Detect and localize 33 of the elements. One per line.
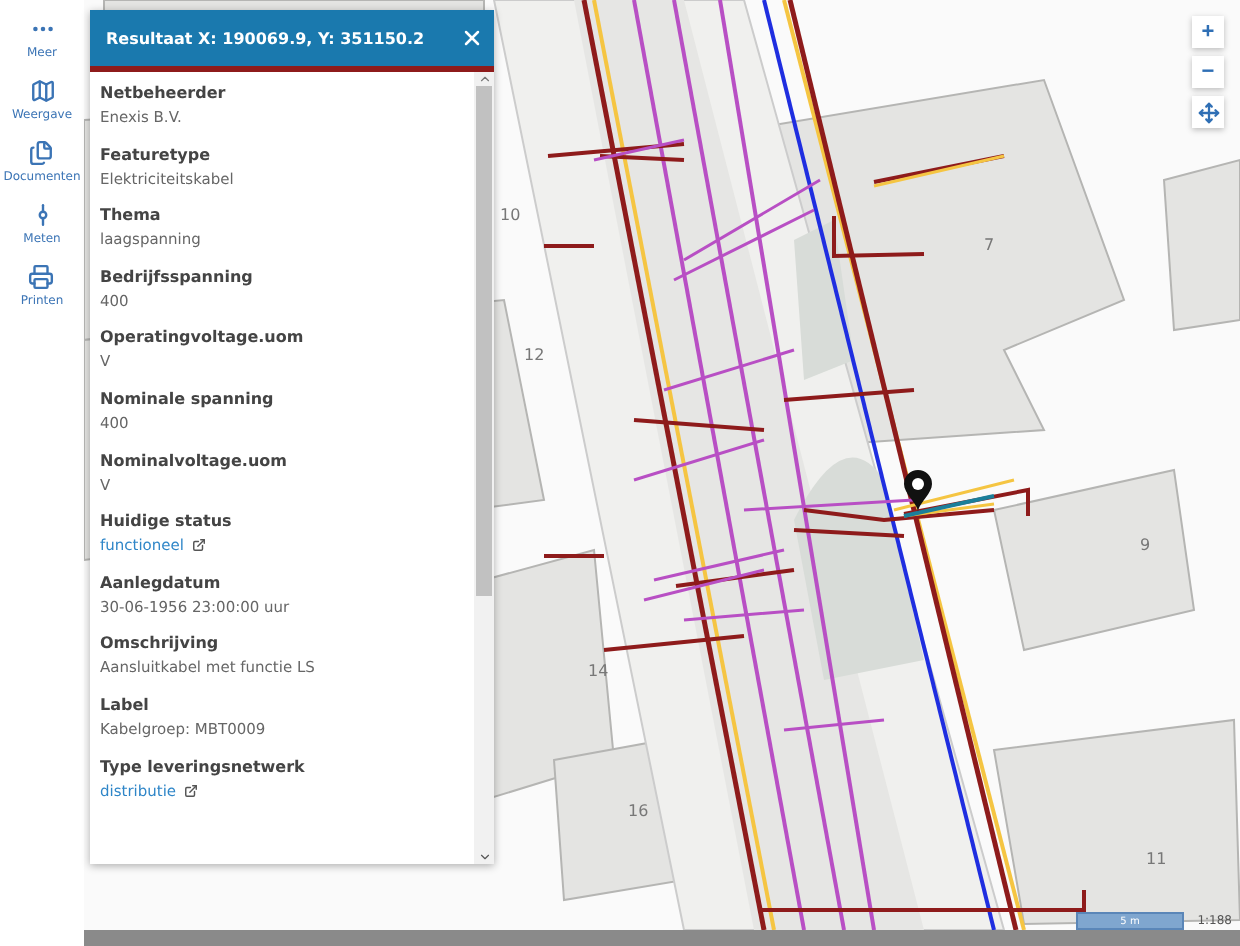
field-label: Aanlegdatum [100,573,223,592]
building-number: 12 [524,346,545,364]
field-label: Omschrijving [100,634,221,653]
field-label: Nominale spanning [100,389,276,408]
zoom-out-button[interactable]: − [1192,56,1224,88]
external-link-icon [191,538,206,553]
field-label: Operatingvoltage.uom [100,328,306,347]
map-icon [29,78,55,104]
building-number: 9 [1140,536,1151,554]
field-label: Huidige status [100,512,234,531]
building-number: 14 [588,662,609,680]
pan-button[interactable] [1192,96,1224,128]
close-button[interactable] [460,26,484,50]
documents-icon [28,140,55,166]
external-link-icon [184,783,199,798]
field-label: Featuretype [100,145,213,164]
panel-title: Resultaat X: 190069.9, Y: 351150.2 [106,29,425,47]
building-number: 16 [628,802,649,820]
field-label: Thema [100,206,163,225]
scroll-up-icon[interactable] [477,72,491,86]
field-label: Netbeheerder [100,84,228,102]
field-label: Bedrijfsspanning [100,267,255,286]
scrollbar[interactable] [474,72,494,864]
field-label: Nominalvoltage.uom [100,451,289,470]
building-number: 10 [500,206,521,224]
field-label: Label [100,695,151,714]
pan-icon [1197,101,1219,123]
building-number: 11 [1146,850,1167,868]
scroll-down-icon[interactable] [477,850,491,864]
field-label: Type leveringsnetwerk [100,757,307,776]
zoom-in-button[interactable]: + [1192,16,1224,48]
printer-icon [28,264,55,290]
building-number: 7 [984,236,995,254]
